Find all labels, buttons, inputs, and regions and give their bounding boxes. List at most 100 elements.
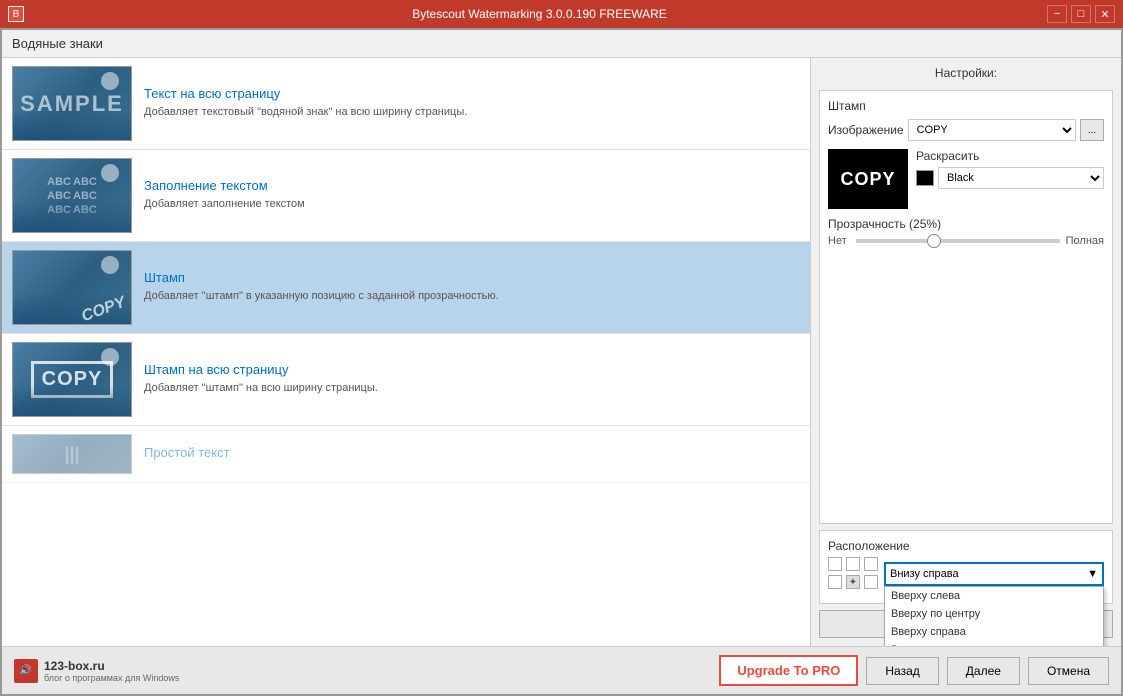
pos-cb-5[interactable]: ✦ (846, 575, 860, 589)
thumb-simple: ||| (12, 434, 132, 474)
list-item[interactable]: COPY Штамп на всю страницу Добавляет "шт… (2, 334, 810, 426)
transparency-slider[interactable] (856, 239, 1060, 243)
image-select[interactable]: COPY (908, 119, 1076, 141)
position-current-value: Внизу справа (890, 568, 959, 580)
list-wrapper: SAMPLE Текст на всю страницу Добавляет т… (2, 58, 810, 646)
cancel-button[interactable]: Отмена (1028, 657, 1109, 685)
slider-min: Нет (828, 235, 850, 247)
window-title: Водяные знаки (12, 36, 103, 51)
thumb-full-stamp: COPY (12, 342, 132, 417)
stamp-preview-box: COPY (828, 149, 908, 209)
position-grid-row: ✦ Внизу справа ▼ Вверху слева Вверху по … (828, 557, 1104, 591)
window-header: Водяные знаки (2, 30, 1121, 58)
watermark-desc: Добавляет "штамп" в указанную позицию с … (144, 289, 800, 304)
title-bar-text: Bytescout Watermarking 3.0.0.190 FREEWAR… (32, 7, 1047, 21)
watermark-title: Текст на всю страницу (144, 86, 800, 101)
image-label: Изображение (828, 123, 904, 137)
pos-cb-2[interactable] (846, 557, 860, 571)
position-option-1[interactable]: Вверху слева (885, 587, 1103, 605)
watermark-title: Штамп (144, 270, 800, 285)
watermark-list: SAMPLE Текст на всю страницу Добавляет т… (2, 58, 810, 646)
position-option-2[interactable]: Вверху по центру (885, 605, 1103, 623)
thumb-abc: ABC (73, 176, 97, 188)
bottom-bar: 🔊 123-box.ru блог о программах для Windo… (2, 646, 1121, 694)
thumb-abc: ABC (47, 176, 71, 188)
thumb-hills (13, 110, 131, 140)
watermark-title: Заполнение текстом (144, 178, 800, 193)
thumb-hills (13, 202, 131, 232)
slider-row: Нет Полная (828, 235, 1104, 247)
list-item[interactable]: ABC ABC ABC ABC ABC ABC Заполнение текст… (2, 150, 810, 242)
slider-max: Полная (1066, 235, 1104, 247)
settings-box: Штамп Изображение COPY ... COPY Раскраси… (819, 90, 1113, 524)
pos-cb-3[interactable] (864, 557, 878, 571)
watermark-info: Текст на всю страницу Добавляет текстовы… (144, 86, 800, 120)
logo-text: 123-box.ru (44, 659, 179, 673)
watermark-info: Заполнение текстом Добавляет заполнение … (144, 178, 800, 212)
app-icon: B (8, 6, 24, 22)
stamp-preview-row: COPY Раскрасить Black White Red (828, 149, 1104, 209)
thumb-simple-text: ||| (64, 444, 79, 465)
transparency-label: Прозрачность (25%) (828, 217, 1104, 231)
right-panel: Настройки: Штамп Изображение COPY ... CO… (811, 58, 1121, 646)
thumb-stamp: COPY (12, 250, 132, 325)
thumb-moon-icon (101, 164, 119, 182)
watermark-info: Простой текст (144, 445, 800, 464)
thumb-abc: ABC (47, 190, 71, 202)
watermark-desc: Добавляет "штамп" на всю ширину страницы… (144, 381, 800, 396)
thumb-moon-icon (101, 72, 119, 90)
watermark-desc: Добавляет текстовый "водяной знак" на вс… (144, 105, 800, 120)
logo-sub: блог о программах для Windows (44, 673, 179, 683)
color-swatch (916, 170, 934, 186)
maximize-button[interactable]: □ (1071, 5, 1091, 23)
pos-cb-1[interactable] (828, 557, 842, 571)
transparency-section: Прозрачность (25%) Нет Полная (828, 217, 1104, 247)
title-bar: B Bytescout Watermarking 3.0.0.190 FREEW… (0, 0, 1123, 28)
upgrade-button[interactable]: Upgrade To PRO (719, 655, 858, 686)
watermark-info: Штамп на всю страницу Добавляет "штамп" … (144, 362, 800, 396)
pos-cb-4[interactable] (828, 575, 842, 589)
dropdown-arrow-icon: ▼ (1087, 568, 1098, 580)
position-label: Расположение (828, 539, 1104, 553)
watermark-logo: 🔊 123-box.ru блог о программах для Windo… (14, 659, 179, 683)
next-button[interactable]: Далее (947, 657, 1020, 685)
thumb-hills (13, 386, 131, 416)
position-section: Расположение ✦ Внизу справа ▼ (819, 530, 1113, 604)
thumb-abc: ABC (73, 190, 97, 202)
position-dropdown-container: Внизу справа ▼ Вверху слева Вверху по це… (884, 562, 1104, 586)
watermark-title: Простой текст (144, 445, 800, 460)
stamp-section-title: Штамп (828, 99, 1104, 113)
position-dropdown-list: Вверху слева Вверху по центру Вверху спр… (884, 586, 1104, 646)
colorize-label: Раскрасить (916, 149, 1104, 163)
colorize-section: Раскрасить Black White Red (916, 149, 1104, 189)
list-item-stamp[interactable]: COPY Штамп Добавляет "штамп" в указанную… (2, 242, 810, 334)
image-row: Изображение COPY ... (828, 119, 1104, 141)
position-checkboxes: ✦ (828, 557, 880, 591)
minimize-button[interactable]: − (1047, 5, 1067, 23)
browse-button[interactable]: ... (1080, 119, 1104, 141)
watermark-desc: Добавляет заполнение текстом (144, 197, 800, 212)
back-button[interactable]: Назад (866, 657, 938, 685)
slider-thumb[interactable] (927, 234, 941, 248)
list-item[interactable]: ||| Простой текст (2, 426, 810, 483)
logo-text-area: 123-box.ru блог о программах для Windows (44, 659, 179, 683)
close-button[interactable]: ✕ (1095, 5, 1115, 23)
position-option-4[interactable]: В середине слева (885, 641, 1103, 646)
color-select[interactable]: Black White Red (938, 167, 1104, 189)
thumb-full-page-text: SAMPLE (12, 66, 132, 141)
left-panel: SAMPLE Текст на всю страницу Добавляет т… (2, 58, 811, 646)
thumb-text-fill: ABC ABC ABC ABC ABC ABC (12, 158, 132, 233)
position-option-3[interactable]: Вверху справа (885, 623, 1103, 641)
thumb-moon-icon (101, 256, 119, 274)
content-area: SAMPLE Текст на всю страницу Добавляет т… (2, 58, 1121, 646)
watermark-info: Штамп Добавляет "штамп" в указанную пози… (144, 270, 800, 304)
color-select-row: Black White Red (916, 167, 1104, 189)
position-select-display[interactable]: Внизу справа ▼ (884, 562, 1104, 586)
logo-icon: 🔊 (14, 659, 38, 683)
stamp-preview-text: COPY (840, 169, 895, 190)
list-item[interactable]: SAMPLE Текст на всю страницу Добавляет т… (2, 58, 810, 150)
thumb-moon-icon (101, 348, 119, 366)
window-controls: − □ ✕ (1047, 5, 1115, 23)
pos-cb-6[interactable] (864, 575, 878, 589)
settings-title: Настройки: (819, 66, 1113, 80)
